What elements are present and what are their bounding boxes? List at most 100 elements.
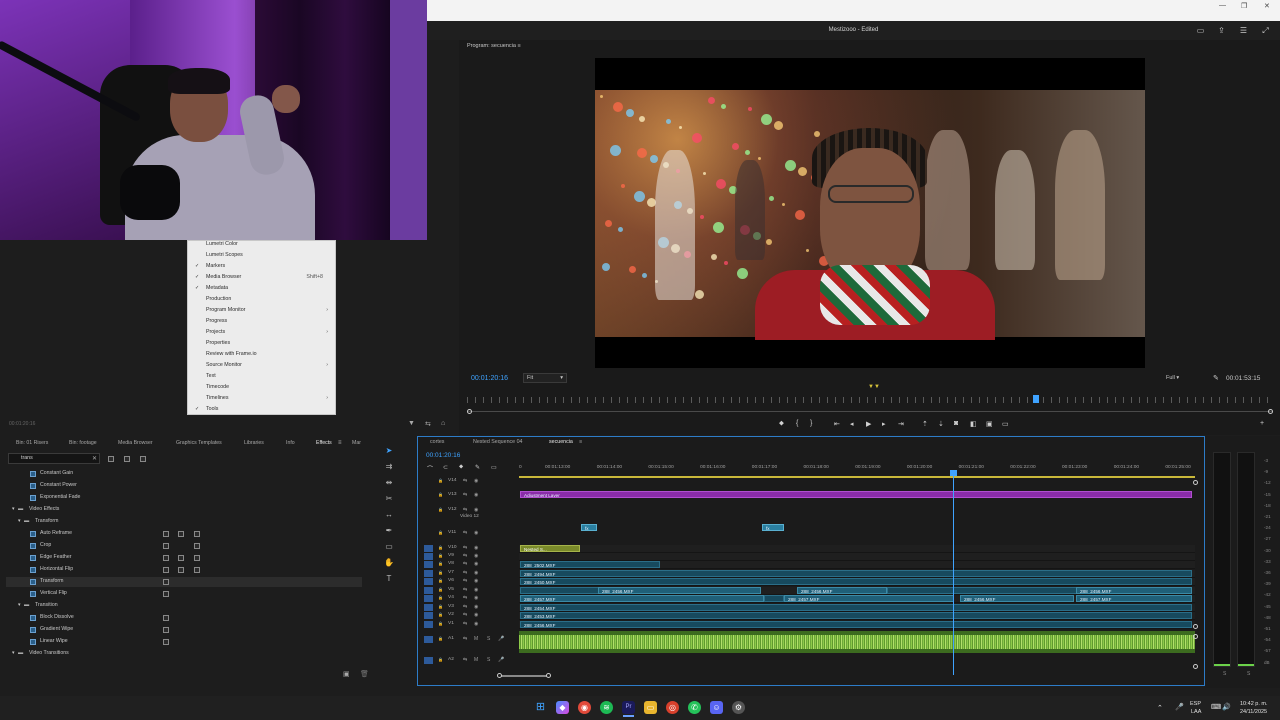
- lock-icon[interactable]: 🔒: [438, 492, 443, 497]
- track-target-v4[interactable]: [424, 595, 433, 602]
- clip-v2[interactable]: 288_2453.MXF: [520, 612, 1192, 619]
- type-tool-icon[interactable]: T: [383, 573, 395, 585]
- fit-dropdown[interactable]: Fit ▾: [523, 373, 567, 383]
- context-menu-item[interactable]: Timelines ›: [188, 393, 335, 404]
- hscroll-handle-right[interactable]: [546, 673, 551, 678]
- start-icon[interactable]: ⊞: [534, 701, 547, 714]
- comparison-icon[interactable]: ◧: [970, 420, 977, 428]
- fx-clip[interactable]: fx: [581, 524, 597, 531]
- effect-item-label[interactable]: Horizontal Flip: [40, 566, 73, 572]
- toggle-sync-icon[interactable]: ⇆: [463, 604, 467, 610]
- context-menu-item[interactable]: Timecode: [188, 382, 335, 393]
- menu-icon[interactable]: ☰: [1239, 26, 1248, 35]
- mic-icon[interactable]: 🎤: [1175, 703, 1184, 711]
- context-menu-item[interactable]: ✓ Tools: [188, 404, 335, 415]
- context-menu-item[interactable]: Progress: [188, 316, 335, 327]
- toggle-sync-icon[interactable]: ⇆: [463, 636, 467, 642]
- effects-folder-label[interactable]: Video Transitions: [29, 650, 69, 656]
- timeline-playhead-handle[interactable]: [950, 470, 957, 476]
- toggle-sync-icon[interactable]: ⇆: [463, 478, 467, 484]
- pen-tool-icon[interactable]: ✒: [383, 525, 395, 537]
- frame-icon[interactable]: ▭: [1196, 26, 1205, 35]
- volume-icon[interactable]: 🔊: [1222, 703, 1231, 711]
- premiere-icon[interactable]: Pr: [622, 701, 635, 714]
- lock-icon[interactable]: 🔒: [438, 530, 443, 535]
- fullscreen-icon[interactable]: ⤢: [1261, 26, 1270, 35]
- lang-bottom[interactable]: LAA: [1191, 709, 1201, 715]
- lock-icon[interactable]: 🔒: [438, 604, 443, 609]
- lift-icon[interactable]: ⇡: [922, 420, 928, 428]
- lock-icon[interactable]: 🔒: [438, 507, 443, 512]
- wrench-icon[interactable]: ⌂: [441, 420, 445, 427]
- vscroll-handle-top[interactable]: [1193, 480, 1198, 485]
- lock-icon[interactable]: 🔒: [438, 621, 443, 626]
- meter-solo-right[interactable]: S: [1247, 671, 1250, 677]
- whatsapp-icon[interactable]: ✆: [688, 701, 701, 714]
- context-menu-item[interactable]: Lumetri Color: [188, 239, 335, 250]
- eye-icon[interactable]: ◉: [474, 595, 478, 601]
- filter-icon[interactable]: ▼: [408, 420, 415, 427]
- effects-tab[interactable]: Bin: 01 Risers: [16, 440, 48, 446]
- clip-v5-e[interactable]: 288_2456.MXF: [1076, 587, 1192, 594]
- toggle-sync-icon[interactable]: ⇆: [463, 570, 467, 576]
- effects-tab[interactable]: Mar: [352, 440, 361, 446]
- program-timecode[interactable]: 00:01:20:16: [471, 375, 508, 382]
- eye-icon[interactable]: ◉: [474, 561, 478, 567]
- effect-item-label[interactable]: Vertical Flip: [40, 590, 67, 596]
- copilot-icon[interactable]: ◆: [556, 701, 569, 714]
- lang-top[interactable]: ESP: [1190, 701, 1201, 707]
- effect-item-label[interactable]: Constant Power: [40, 482, 77, 488]
- effect-item-label[interactable]: Gradient Wipe: [40, 626, 73, 632]
- effect-item-label[interactable]: Block Dissolve: [40, 614, 74, 620]
- toggle-sync-icon[interactable]: ⇆: [463, 530, 467, 536]
- panel-menu-icon[interactable]: ≡: [517, 43, 520, 49]
- vr-icon[interactable]: ▣: [986, 420, 993, 428]
- disclosure-chevron-icon[interactable]: ▾: [18, 518, 21, 524]
- go-to-out-icon[interactable]: ⇥: [898, 420, 904, 428]
- clip-v3[interactable]: 288_2454.MXF: [520, 604, 1192, 611]
- discord-icon[interactable]: ☺: [710, 701, 723, 714]
- zoom-handle-right[interactable]: [1268, 409, 1273, 414]
- solo-icon[interactable]: S: [487, 657, 490, 663]
- toggle-sync-icon[interactable]: ⇆: [463, 507, 467, 513]
- ripple-edit-tool-icon[interactable]: ⇹: [383, 477, 395, 489]
- lock-icon[interactable]: 🔒: [438, 561, 443, 566]
- context-menu-item[interactable]: Properties: [188, 338, 335, 349]
- voice-over-mic-icon[interactable]: 🎤: [498, 636, 504, 642]
- chrome-icon[interactable]: ◉: [578, 701, 591, 714]
- network-icon[interactable]: ⌨: [1211, 703, 1221, 711]
- eye-icon[interactable]: ◉: [474, 507, 478, 513]
- panel-menu-icon[interactable]: ≡: [579, 439, 582, 445]
- track-select-tool-icon[interactable]: ⇉: [383, 461, 395, 473]
- clip-v6[interactable]: 288_2450.MXF: [520, 578, 1192, 585]
- timeline-add-marker-icon[interactable]: ⬥: [459, 464, 463, 471]
- eye-icon[interactable]: ◉: [474, 530, 478, 536]
- effect-item-label[interactable]: Exponential Fade: [40, 494, 80, 500]
- restore-icon[interactable]: ❐: [1241, 2, 1247, 10]
- vscroll-handle-mid[interactable]: [1193, 624, 1198, 629]
- eye-icon[interactable]: ◉: [474, 545, 478, 551]
- vscroll-handle-bottom[interactable]: [1193, 664, 1198, 669]
- fx-clip[interactable]: fx: [762, 524, 784, 531]
- tray-chevron-icon[interactable]: ⌃: [1157, 704, 1163, 712]
- toggle-sync-icon[interactable]: ⇆: [463, 578, 467, 584]
- clip-v7[interactable]: 288_2494.MXF: [520, 570, 1192, 577]
- effect-item-label[interactable]: Linear Wipe: [40, 638, 68, 644]
- track-target-v2[interactable]: [424, 612, 433, 619]
- step-forward-icon[interactable]: ▸: [882, 420, 886, 428]
- 32bit-effects-icon[interactable]: [124, 456, 130, 462]
- track-target-v5[interactable]: [424, 587, 433, 594]
- accelerated-effects-icon[interactable]: [108, 456, 114, 462]
- step-back-icon[interactable]: ◂: [850, 420, 854, 428]
- safe-margins-icon[interactable]: ▭: [1002, 420, 1009, 428]
- toggle-sync-icon[interactable]: ⇆: [463, 545, 467, 551]
- rectangle-tool-icon[interactable]: ▭: [383, 541, 395, 553]
- wrench-settings-icon[interactable]: ✎: [1213, 374, 1219, 382]
- track-target-a1[interactable]: [424, 636, 433, 643]
- track-target-a2[interactable]: [424, 657, 433, 664]
- minimize-icon[interactable]: —: [1219, 2, 1226, 9]
- mute-icon[interactable]: M: [474, 657, 478, 663]
- add-marker-icon[interactable]: ⬥: [779, 420, 784, 428]
- clip-v4-a[interactable]: 288_2457.MXF: [520, 595, 764, 602]
- selection-tool-icon[interactable]: ➤: [383, 445, 395, 457]
